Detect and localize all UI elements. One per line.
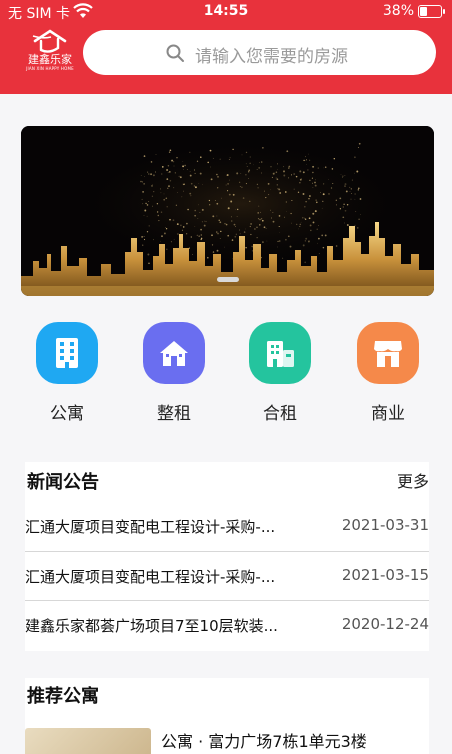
recommend-section-title: 推荐公寓 (27, 686, 99, 707)
news-item[interactable]: 汇通大厦项目变配电工程设计-采购-... 2021-03-31 (25, 502, 429, 552)
category-item-commercial[interactable]: 商业 (343, 322, 433, 424)
news-section-title: 新闻公告 (27, 472, 99, 493)
status-bar: 无 SIM 卡 14:55 38% (0, 0, 452, 24)
recommended-apartments-section: 推荐公寓 公寓 · 富力广场7栋1单元3楼 (25, 678, 429, 754)
brand-logo[interactable]: 建鑫乐家 JIAN XIN HAPPY HOME (24, 28, 76, 74)
news-item-title: 汇通大厦项目变配电工程设计-采购-... (25, 567, 276, 586)
category-item-shared-rent[interactable]: 合租 (235, 322, 325, 424)
shop-icon (357, 322, 419, 384)
battery-icon (418, 5, 445, 18)
city-skyline-image (21, 126, 434, 296)
category-item-apartment[interactable]: 公寓 (22, 322, 112, 424)
news-item-date: 2021-03-31 (341, 516, 429, 534)
shared-building-icon (249, 322, 311, 384)
category-label: 公寓 (50, 404, 84, 424)
house-icon (143, 322, 205, 384)
category-label: 整租 (157, 404, 191, 424)
more-news-link[interactable]: 更多 (397, 468, 429, 492)
promo-banner[interactable] (21, 126, 434, 296)
news-item[interactable]: 汇通大厦项目变配电工程设计-采购-... 2021-03-15 (25, 552, 429, 601)
logo-subtext: JIAN XIN HAPPY HOME (26, 66, 74, 71)
news-item-title: 建鑫乐家都荟广场项目7至10层软装... (25, 617, 278, 635)
apartment-thumbnail[interactable] (25, 728, 151, 754)
search-icon (166, 44, 184, 62)
news-header: 新闻公告 更多 (25, 462, 429, 502)
news-item-date: 2021-03-15 (341, 565, 429, 584)
apartment-title[interactable]: 公寓 · 富力广场7栋1单元3楼 (161, 728, 367, 752)
category-label: 商业 (371, 404, 405, 424)
carousel-indicator[interactable] (217, 277, 239, 282)
app-header: 建鑫乐家 JIAN XIN HAPPY HOME 请输入您需要的房源 (0, 24, 452, 94)
news-item-date: 2020-12-24 (341, 615, 429, 633)
apartment-building-icon (36, 322, 98, 384)
house-logo-icon (32, 29, 67, 53)
news-item[interactable]: 建鑫乐家都荟广场项目7至10层软装... 2020-12-24 (25, 601, 429, 651)
news-section: 新闻公告 更多 汇通大厦项目变配电工程设计-采购-... 2021-03-31 … (25, 462, 429, 651)
category-grid: 公寓 整租 合租 商业 (0, 322, 452, 432)
search-bar[interactable]: 请输入您需要的房源 (83, 30, 436, 75)
category-label: 合租 (263, 404, 297, 424)
news-item-title: 汇通大厦项目变配电工程设计-采购-... (25, 518, 276, 536)
logo-text: 建鑫乐家 (28, 53, 72, 66)
category-item-whole-rent[interactable]: 整租 (129, 322, 219, 424)
battery-percentage: 38% (382, 3, 414, 19)
search-placeholder: 请输入您需要的房源 (195, 47, 348, 67)
